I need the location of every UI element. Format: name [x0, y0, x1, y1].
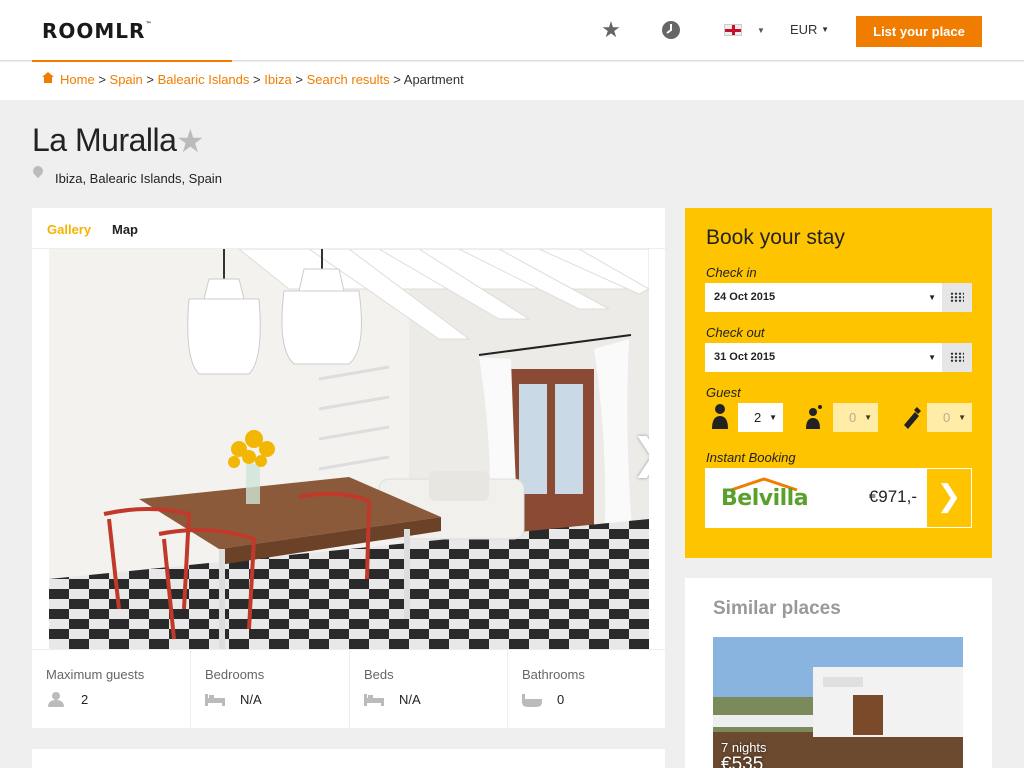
checkout-input[interactable]: 31 Oct 2015 ▼	[705, 343, 942, 372]
checkout-label: Check out	[706, 325, 765, 340]
star-icon[interactable]: ★	[599, 18, 623, 42]
checkout-value: 31 Oct 2015	[714, 351, 776, 363]
stat-bedrooms: Bedrooms N/A	[191, 650, 350, 729]
chevron-down-icon: ▼	[864, 413, 872, 422]
baby-bottle-icon	[904, 407, 921, 429]
breadcrumb-bar: Home > Spain > Balearic Islands > Ibiza …	[0, 62, 1024, 100]
listing-title: La Muralla	[32, 122, 177, 158]
chevron-down-icon: ▼	[769, 413, 777, 422]
location-pin-icon	[33, 166, 43, 180]
breadcrumb: Home > Spain > Balearic Islands > Ibiza …	[42, 72, 464, 87]
breadcrumb-search-results[interactable]: Search results	[307, 72, 390, 87]
listing-location: Ibiza, Balearic Islands, Spain	[55, 171, 222, 186]
list-your-place-button[interactable]: List your place	[856, 16, 982, 47]
breadcrumb-ibiza[interactable]: Ibiza	[264, 72, 291, 87]
adults-value: 2	[754, 410, 762, 425]
tab-map[interactable]: Map	[112, 222, 138, 237]
tab-gallery[interactable]: Gallery	[47, 222, 91, 237]
person-icon	[48, 692, 64, 707]
children-value: 0	[849, 410, 857, 425]
chevron-down-icon: ▼	[958, 413, 966, 422]
booking-title: Book your stay	[706, 226, 845, 249]
instant-booking-label: Instant Booking	[706, 450, 796, 465]
language-caret-icon[interactable]: ▼	[757, 26, 765, 35]
breadcrumb-sep: >	[295, 72, 303, 87]
stat-label: Maximum guests	[46, 667, 145, 682]
similar-place-photo[interactable]: 7 nights €535	[713, 637, 963, 768]
child-icon	[806, 405, 822, 429]
currency-selector[interactable]: EUR ▼	[790, 22, 829, 37]
stats-row: Maximum guests 2 Bedrooms N/A Beds N/A B…	[32, 649, 665, 729]
gallery-next-arrow-icon[interactable]: ❯	[631, 429, 649, 478]
chevron-down-icon: ▼	[928, 353, 936, 362]
instant-price: €971,-	[868, 487, 917, 506]
babies-value: 0	[943, 410, 951, 425]
belvilla-logo: Belvilla	[721, 486, 809, 511]
stat-value: N/A	[399, 692, 421, 707]
booking-panel: Book your stay Check in 24 Oct 2015 ▼ Ch…	[685, 208, 992, 558]
instant-booking-offer[interactable]: Belvilla €971,-	[705, 468, 926, 528]
stat-value: 2	[81, 692, 89, 707]
checkin-input[interactable]: 24 Oct 2015 ▼	[705, 283, 942, 312]
book-now-button[interactable]: ❯	[926, 468, 972, 528]
breadcrumb-home[interactable]: Home	[60, 72, 95, 87]
guest-label: Guest	[706, 385, 741, 400]
bathtub-icon	[522, 694, 542, 707]
clock-icon[interactable]	[659, 18, 683, 42]
breadcrumb-sep: >	[393, 72, 401, 87]
calendar-icon	[950, 292, 964, 302]
favorite-star-icon[interactable]: ★	[176, 122, 205, 160]
checkin-calendar-button[interactable]	[942, 283, 972, 312]
gallery-photo[interactable]: ❯	[49, 249, 649, 649]
babies-select[interactable]: 0 ▼	[927, 403, 972, 432]
chevron-right-icon: ❯	[936, 479, 962, 514]
breadcrumb-sep: >	[253, 72, 261, 87]
checkin-value: 24 Oct 2015	[714, 291, 776, 303]
breadcrumb-balearic[interactable]: Balearic Islands	[158, 72, 250, 87]
roomlr-logo[interactable]: ROOMLR™	[42, 19, 152, 43]
chevron-down-icon: ▼	[928, 293, 936, 302]
bed-icon	[364, 694, 384, 706]
breadcrumb-spain[interactable]: Spain	[110, 72, 143, 87]
calendar-icon	[950, 352, 964, 362]
adults-select[interactable]: 2 ▼	[738, 403, 783, 432]
breadcrumb-current: Apartment	[403, 72, 464, 87]
children-select[interactable]: 0 ▼	[833, 403, 878, 432]
checkout-calendar-button[interactable]	[942, 343, 972, 372]
stat-label: Bedrooms	[205, 667, 265, 682]
stat-value: 0	[557, 692, 565, 707]
similar-price: €535	[721, 754, 764, 768]
similar-nights: 7 nights	[721, 740, 767, 755]
similar-places-title: Similar places	[713, 598, 841, 619]
breadcrumb-sep: >	[146, 72, 154, 87]
stat-label: Beds	[364, 667, 394, 682]
adult-icon	[712, 404, 728, 429]
gallery-card: Gallery Map Maximum guests 2 Bedrooms N/…	[32, 208, 665, 729]
checkin-label: Check in	[706, 265, 757, 280]
breadcrumb-sep: >	[98, 72, 106, 87]
bed-icon	[205, 694, 225, 706]
stat-beds: Beds N/A	[350, 650, 508, 729]
description-card	[32, 749, 665, 768]
top-header: ROOMLR™ ★ ▼ EUR ▼ List your place	[0, 0, 1024, 61]
stat-value: N/A	[240, 692, 262, 707]
stat-bathrooms: Bathrooms 0	[508, 650, 665, 729]
similar-places-card: Similar places 7 nights €535	[685, 578, 992, 768]
home-icon[interactable]	[42, 72, 54, 84]
stat-max-guests: Maximum guests 2	[32, 650, 191, 729]
uk-flag-icon[interactable]	[724, 24, 742, 36]
stat-label: Bathrooms	[522, 667, 585, 682]
